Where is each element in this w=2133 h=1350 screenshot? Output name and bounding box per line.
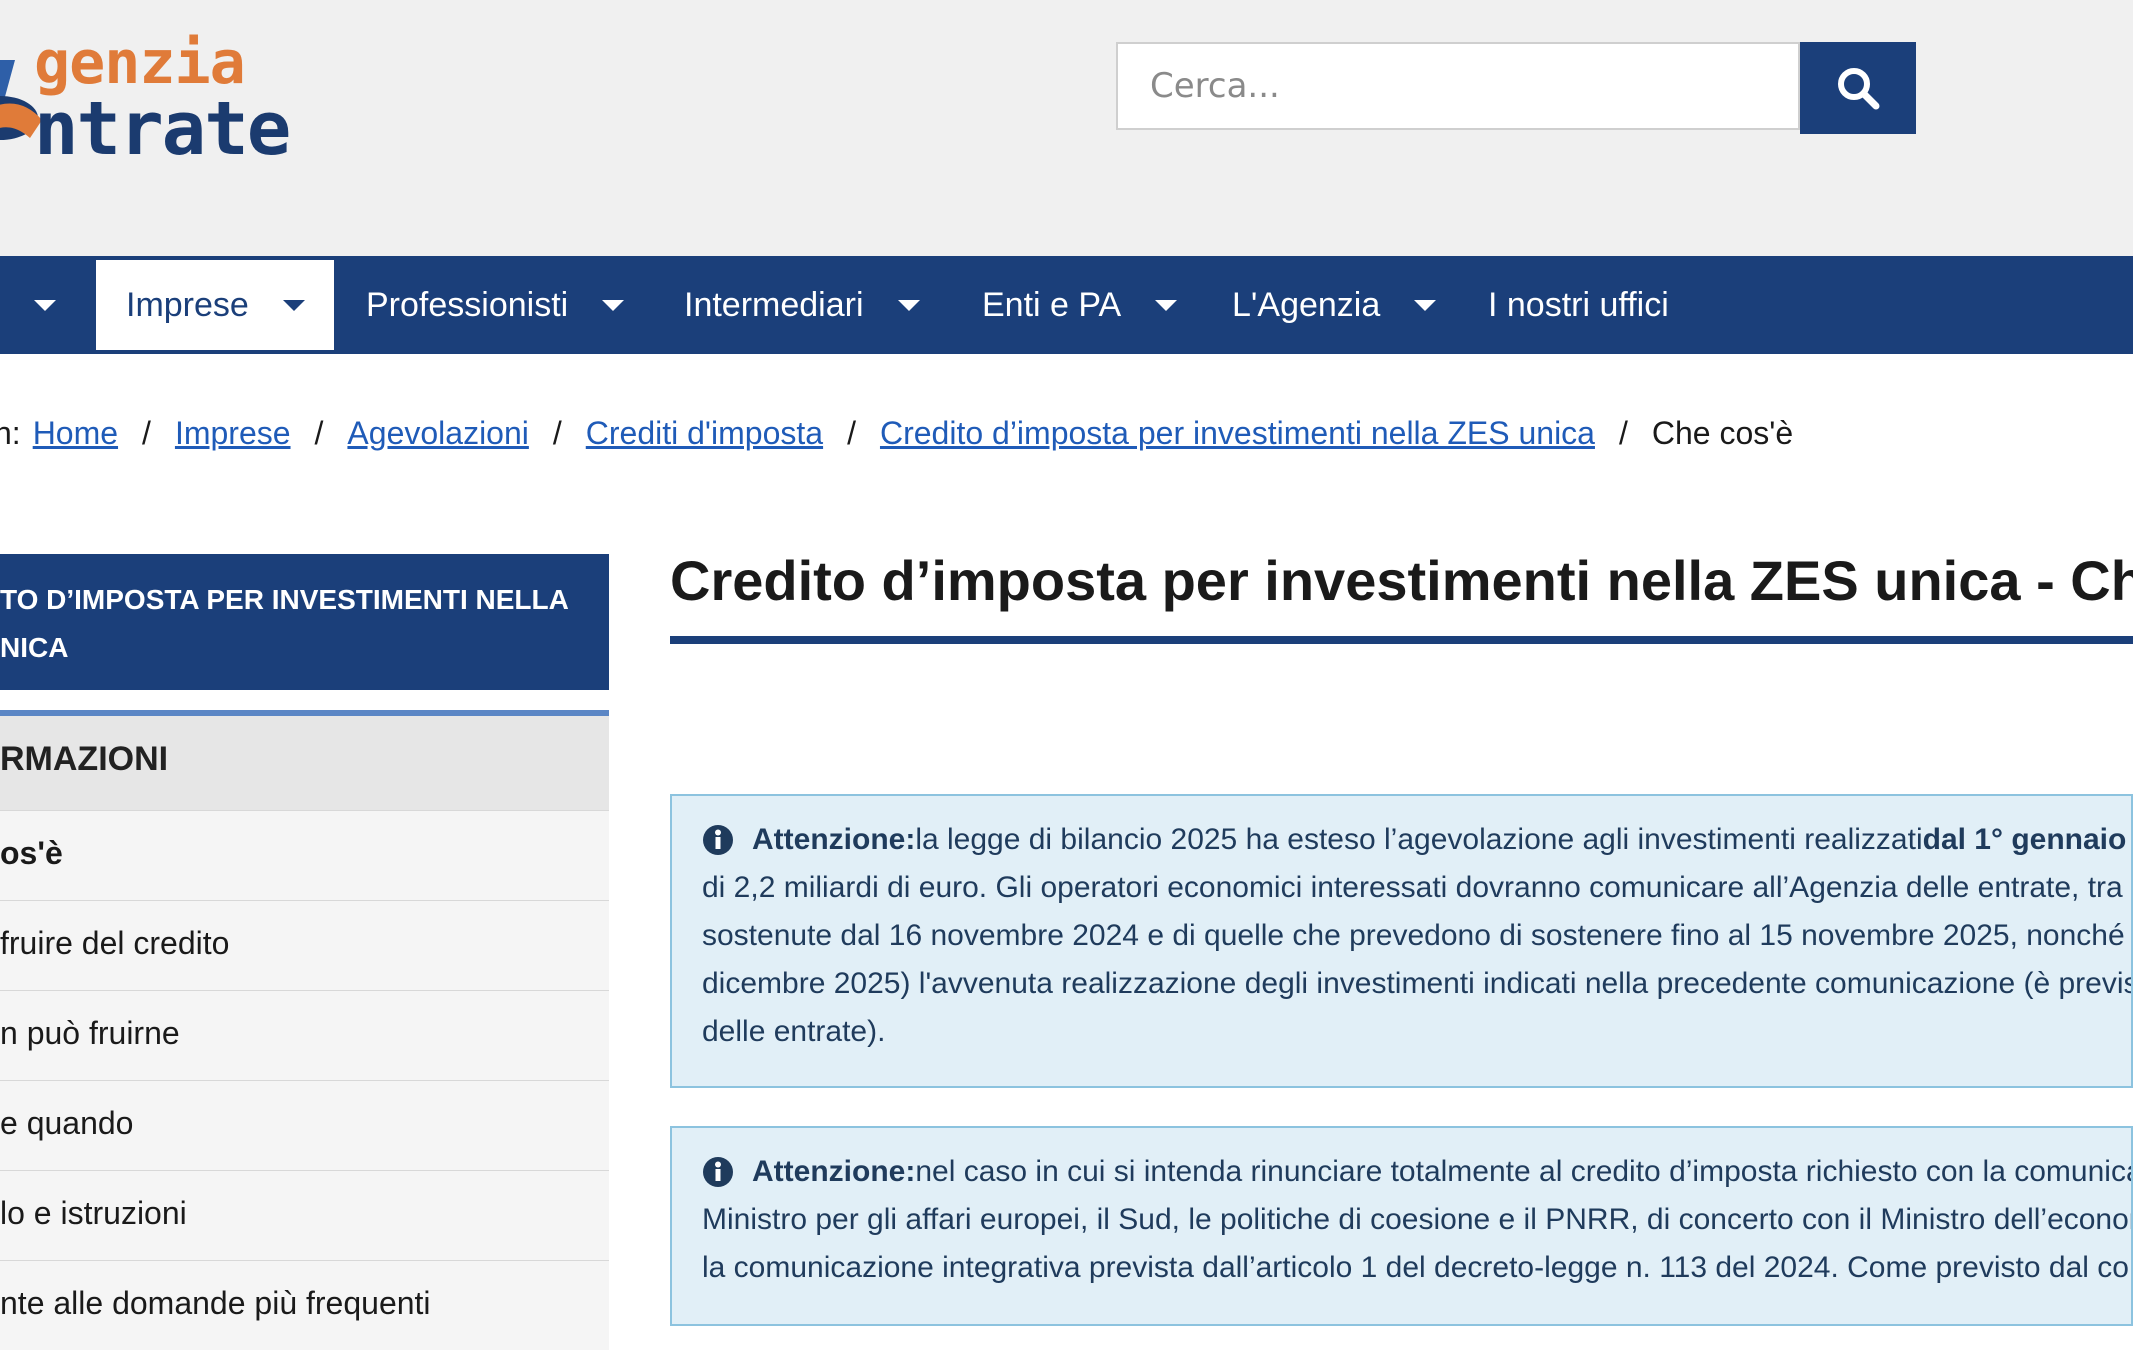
breadcrumb-current: Che cos'è <box>1651 414 1794 451</box>
nav-item-professionisti[interactable]: Professionisti <box>366 260 625 350</box>
alert-text: la legge di bilancio 2025 ha esteso l’ag… <box>915 823 1923 856</box>
alert-heading: Attenzione: nel caso in cui si intenda r… <box>702 1148 2131 1196</box>
breadcrumb-link-zes[interactable]: Credito d’imposta per investimenti nella… <box>880 415 1595 452</box>
nav-item-previous[interactable] <box>0 260 90 350</box>
nav-item-imprese[interactable]: Imprese <box>96 260 334 350</box>
breadcrumb-separator: / <box>314 414 324 451</box>
sidebar-title-line: NICA <box>0 632 69 663</box>
caret-down-icon <box>602 299 625 311</box>
breadcrumb-prefix: n: <box>0 414 21 451</box>
sidebar-section-header: RMAZIONI <box>0 716 609 810</box>
caret-down-icon <box>282 299 305 311</box>
nav-item-label: L'Agenzia <box>1232 285 1381 324</box>
caret-down-icon <box>1414 299 1437 311</box>
sidebar-title-line: TO D’IMPOSTA PER INVESTIMENTI NELLA <box>0 584 569 615</box>
alert-text-line: dicembre 2025) l'avvenuta realizzazione … <box>702 967 2133 1000</box>
caret-down-icon <box>34 299 56 311</box>
nav-item-label: Enti e PA <box>982 285 1122 324</box>
nav-item-label: Imprese <box>126 285 249 324</box>
nav-item-label: I nostri uffici <box>1488 285 1669 324</box>
page-title: Credito d’imposta per investimenti nella… <box>670 549 2133 612</box>
title-underline <box>670 636 2133 644</box>
alert-box: Attenzione: la legge di bilancio 2025 ha… <box>670 794 2133 1088</box>
sidebar-item-modello[interactable]: lo e istruzioni <box>0 1170 609 1260</box>
breadcrumb-link-agevolazioni[interactable]: Agevolazioni <box>347 415 528 452</box>
alert-text-line: di 2,2 miliardi di euro. Gli operatori e… <box>702 871 2123 904</box>
nav-item-uffici[interactable]: I nostri uffici <box>1488 260 1669 350</box>
sidebar-item-fruire[interactable]: fruire del credito <box>0 900 609 990</box>
sidebar-item-chi-puo[interactable]: n può fruirne <box>0 990 609 1080</box>
alert-label: Attenzione: <box>752 823 916 856</box>
nav-item-enti-pa[interactable]: Enti e PA <box>982 260 1178 350</box>
breadcrumb-link-imprese[interactable]: Imprese <box>175 415 291 452</box>
info-icon <box>703 825 733 855</box>
search-input[interactable] <box>1116 42 1800 130</box>
nav-item-agenzia[interactable]: L'Agenzia <box>1232 260 1437 350</box>
search-button[interactable] <box>1800 42 1916 134</box>
site-header: genzia ntrate <box>0 0 2133 256</box>
breadcrumb-separator: / <box>552 414 562 451</box>
alert-box: Attenzione: nel caso in cui si intenda r… <box>670 1126 2133 1326</box>
breadcrumb-separator: / <box>142 414 151 451</box>
alert-label: Attenzione: <box>752 1155 916 1188</box>
caret-down-icon <box>1155 299 1178 311</box>
alert-text-line: sostenute dal 16 novembre 2024 e di quel… <box>702 919 2125 952</box>
breadcrumb: n: Home / Imprese / Agevolazioni / Credi… <box>0 408 1793 458</box>
agenzia-entrate-logo[interactable]: genzia ntrate <box>0 8 400 172</box>
info-icon <box>703 1157 733 1187</box>
sidebar-item-faq[interactable]: nte alle domande più frequenti <box>0 1260 609 1350</box>
logo-text-bottom: ntrate <box>34 86 291 172</box>
sidebar-menu: TO D’IMPOSTA PER INVESTIMENTI NELLA NICA… <box>0 554 609 1350</box>
breadcrumb-separator: / <box>1618 414 1628 451</box>
alert-text-bold: dal 1° gennaio <box>1922 823 2127 856</box>
breadcrumb-separator: / <box>847 414 856 451</box>
caret-down-icon <box>897 299 920 311</box>
breadcrumb-link-crediti[interactable]: Crediti d'imposta <box>586 415 823 452</box>
alert-text-line: la comunicazione integrativa prevista da… <box>702 1251 2129 1284</box>
alert-text: nel caso in cui si intenda rinunciare to… <box>915 1155 2133 1188</box>
alert-text-line: delle entrate). <box>702 1015 886 1048</box>
sidebar-title[interactable]: TO D’IMPOSTA PER INVESTIMENTI NELLA NICA <box>0 554 609 690</box>
alert-text-line: Ministro per gli affari europei, il Sud,… <box>702 1203 2133 1236</box>
sidebar-item-quando[interactable]: e quando <box>0 1080 609 1170</box>
breadcrumb-link-home[interactable]: Home <box>33 415 118 452</box>
nav-item-label: Intermediari <box>684 285 864 324</box>
nav-item-label: Professionisti <box>366 285 569 324</box>
main-nav: Imprese Professionisti Intermediari Enti… <box>0 256 2133 354</box>
alert-heading: Attenzione: la legge di bilancio 2025 ha… <box>702 816 2131 864</box>
nav-item-intermediari[interactable]: Intermediari <box>684 260 920 350</box>
sidebar-item-che-cose[interactable]: os'è <box>0 810 609 900</box>
search-icon <box>1838 68 1880 110</box>
